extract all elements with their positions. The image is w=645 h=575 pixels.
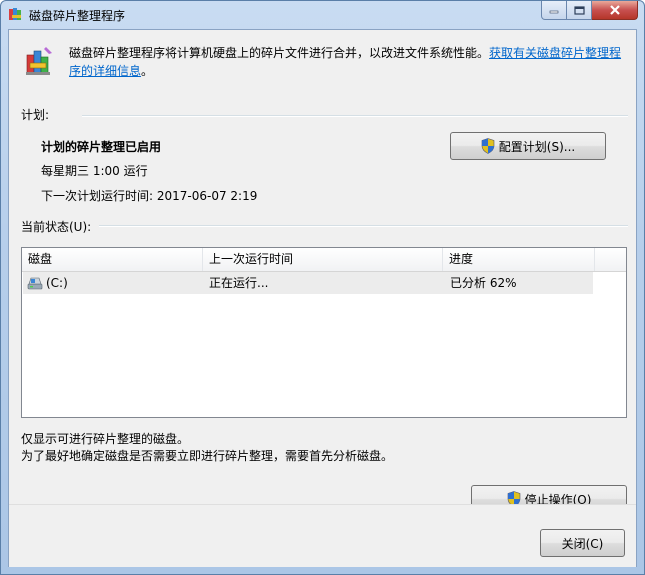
disk-list[interactable]: 磁盘 上一次运行时间 进度 (C:) 正在运行... 已分析 62% (21, 247, 627, 418)
table-row[interactable]: (C:) 正在运行... 已分析 62% (23, 272, 593, 294)
defrag-window: 磁盘碎片整理程序 磁盘碎片整理程序将计算机硬盘上的碎片文件进行合并，以改进文件系… (0, 0, 645, 575)
minimize-button[interactable] (541, 1, 567, 20)
defrag-icon (26, 47, 52, 75)
close-window-button[interactable] (592, 1, 638, 20)
client-area: 磁盘碎片整理程序将计算机硬盘上的碎片文件进行合并，以改进文件系统性能。获取有关磁… (8, 29, 637, 567)
uac-shield-icon (481, 138, 495, 154)
current-status-label: 当前状态(U): (21, 220, 92, 234)
close-button-label: 关闭(C) (561, 536, 604, 551)
disk-progress: 已分析 62% (450, 276, 517, 290)
schedule-status: 计划的碎片整理已启用 (41, 140, 162, 154)
schedule-separator (82, 115, 628, 117)
column-header-last-run[interactable]: 上一次运行时间 (203, 248, 443, 271)
intro-paragraph: 磁盘碎片整理程序将计算机硬盘上的碎片文件进行合并，以改进文件系统性能。获取有关磁… (69, 44, 629, 80)
minimize-icon (549, 10, 559, 14)
close-icon (609, 5, 620, 15)
window-title: 磁盘碎片整理程序 (29, 9, 126, 23)
schedule-label: 计划: (21, 108, 50, 122)
configure-schedule-label: 配置计划(S)... (498, 139, 576, 154)
disk-name: (C:) (46, 276, 68, 290)
intro-text: 磁盘碎片整理程序将计算机硬盘上的碎片文件进行合并，以改进文件系统性能。 (69, 46, 490, 60)
maximize-icon (573, 5, 585, 15)
list-header: 磁盘 上一次运行时间 进度 (22, 248, 626, 272)
close-button[interactable]: 关闭(C) (540, 529, 625, 557)
configure-schedule-button[interactable]: 配置计划(S)... (450, 132, 606, 160)
schedule-next-run: 下一次计划运行时间: 2017-06-07 2:19 (41, 189, 258, 203)
defrag-app-icon (9, 8, 21, 20)
column-header-progress[interactable]: 进度 (443, 248, 595, 271)
schedule-frequency: 每星期三 1:00 运行 (41, 164, 148, 178)
intro-tail: 。 (141, 64, 154, 78)
disk-last-run: 正在运行... (209, 276, 269, 290)
note-line-1: 仅显示可进行碎片整理的磁盘。 (21, 432, 190, 446)
title-bar[interactable]: 磁盘碎片整理程序 (1, 1, 644, 29)
status-separator (99, 225, 628, 227)
column-header-disk[interactable]: 磁盘 (22, 248, 203, 271)
maximize-button[interactable] (567, 1, 592, 20)
note-line-2: 为了最好地确定磁盘是否需要立即进行碎片整理，需要首先分析磁盘。 (21, 449, 394, 463)
drive-icon (27, 277, 43, 290)
